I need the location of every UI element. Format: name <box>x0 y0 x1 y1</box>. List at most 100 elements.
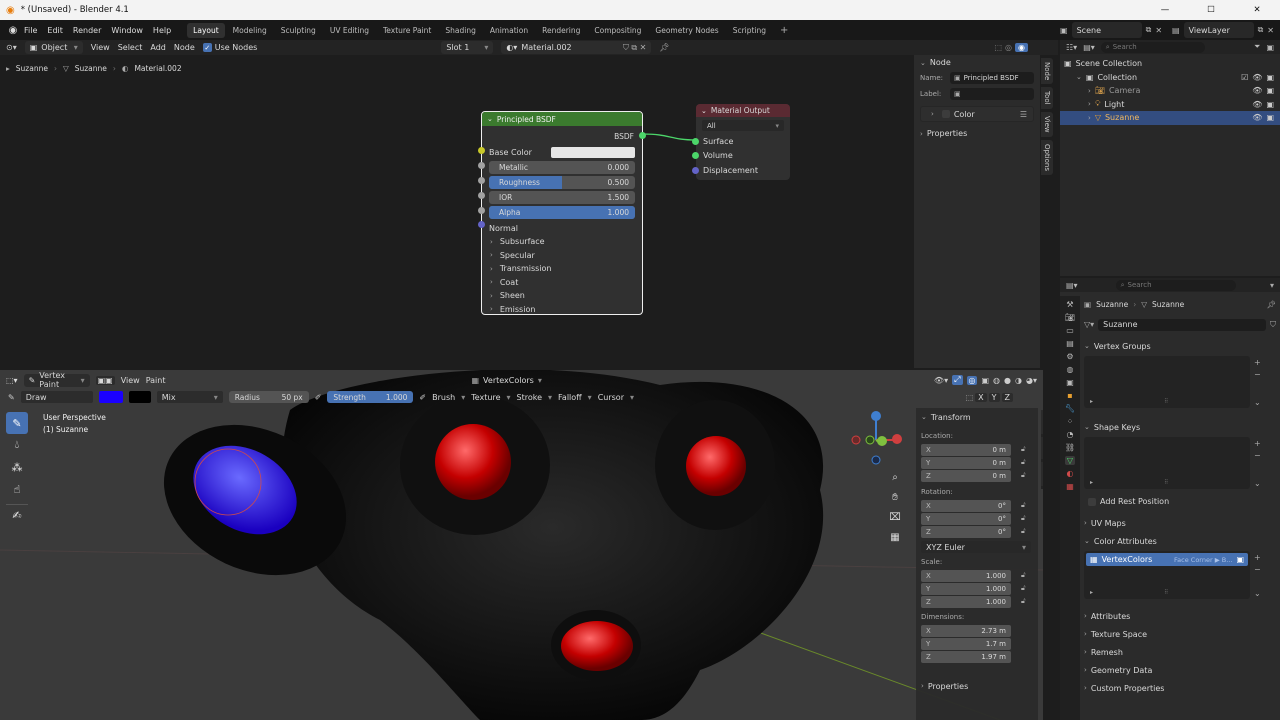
alpha-slider[interactable]: Alpha 1.000 <box>489 206 635 219</box>
vertex-groups-list[interactable]: ▸ ⠿ + − ⌄ <box>1084 356 1276 408</box>
overlay-icon[interactable]: ◎ <box>1005 43 1012 52</box>
tab-geometry-nodes[interactable]: Geometry Nodes <box>649 23 724 38</box>
falloff-menu[interactable]: Falloff <box>558 393 582 402</box>
camera-icon[interactable]: ▣ <box>1266 86 1274 95</box>
eye-icon[interactable]: 👁︎ <box>1252 73 1262 82</box>
outliner-item-camera[interactable]: › 📷︎ Camera 👁︎ ▣ <box>1060 84 1280 98</box>
pressure-icon[interactable]: ✐ <box>315 393 322 402</box>
lock-icon[interactable]: 🔓︎ <box>1021 584 1026 593</box>
base-color-swatch[interactable] <box>551 147 635 158</box>
vertex-groups-panel[interactable]: ⌄ Vertex Groups <box>1084 339 1276 353</box>
physics-tab-icon[interactable]: ◔ <box>1067 430 1074 439</box>
add-menu[interactable]: Add <box>150 43 166 52</box>
expand-icon[interactable]: › <box>1088 87 1091 95</box>
scene-icon[interactable]: ▣ <box>1060 26 1068 35</box>
zoom-icon[interactable]: ⌕ <box>886 468 904 488</box>
scale-z-field[interactable]: Z 1.000 <box>921 595 1011 608</box>
menu-window[interactable]: Window <box>111 26 143 35</box>
node-editor[interactable]: ⊙▾ ▣ Object ▾ View Select Add Node ✓ Use No… <box>0 40 1058 368</box>
rotation-z-field[interactable]: Z 0° <box>921 525 1011 538</box>
remove-icon[interactable]: − <box>1254 451 1261 460</box>
color-attributes-list[interactable]: ▦ VertexColors Face Corner ▶ B... ▣ ▸ ⠿ +… <box>1084 551 1276 599</box>
smear-tool-icon[interactable]: ☝︎ <box>6 478 28 500</box>
delete-viewlayer-icon[interactable]: ✕ <box>1267 26 1274 35</box>
slot-dropdown[interactable]: Slot 1 ▾ <box>441 41 494 54</box>
lock-icon[interactable]: 🔓︎ <box>1021 471 1026 480</box>
material-tab-icon[interactable]: ◐ <box>1067 469 1074 478</box>
camera-icon[interactable]: ▣ <box>1266 113 1274 122</box>
location-y-field[interactable]: Y0 m <box>921 456 1011 469</box>
pin-icon[interactable]: 📌︎ <box>1266 300 1276 309</box>
modifier-tab-icon[interactable]: 🔧︎ <box>1065 404 1075 413</box>
filter-icon[interactable]: ⏷ <box>1254 42 1260 52</box>
color-subpanel[interactable]: › Color ☰ <box>920 106 1034 122</box>
viewlayer-icon[interactable]: ▤ <box>1172 26 1180 35</box>
3d-viewport[interactable]: ⬚▾ ✎ Vertex Paint ▾ ▣▣ View Paint ▦ VertexC… <box>0 370 1043 720</box>
roughness-slider[interactable]: Roughness 0.500 <box>489 176 635 189</box>
outliner-item-collection[interactable]: ⌄ ▣ Collection ☑ 👁︎ ▣ <box>1060 71 1280 85</box>
panel-remesh[interactable]: › Remesh <box>1084 643 1276 661</box>
properties-search[interactable]: ⌕ Search <box>1115 279 1236 291</box>
xray-icon[interactable]: ▣ <box>981 376 989 385</box>
maximize-icon[interactable]: ☐ <box>1188 5 1234 15</box>
scene-selector[interactable]: Scene <box>1071 22 1142 38</box>
eye-icon[interactable]: 👁︎ <box>1252 100 1262 109</box>
uv-maps-panel[interactable]: › UV Maps <box>1084 516 1276 530</box>
base-color-socket[interactable] <box>478 147 485 154</box>
list-box[interactable]: ▸ ⠿ <box>1084 356 1250 408</box>
menu-icon[interactable]: ⌄ <box>1254 589 1261 598</box>
select-menu[interactable]: Select <box>118 43 143 52</box>
eye-icon[interactable]: 👁︎ <box>1252 113 1262 122</box>
expand-icon[interactable]: › <box>1088 114 1091 122</box>
particles-tab-icon[interactable]: ⁘ <box>1067 417 1074 426</box>
blend-dropdown[interactable]: Mix ▾ <box>156 391 223 403</box>
annotate-tool-icon[interactable]: ✍︎ <box>6 504 28 526</box>
wireframe-shading-icon[interactable]: ◍ <box>993 376 1000 385</box>
dimensions-x-field[interactable]: X 2.73 m <box>921 624 1011 637</box>
collapse-icon[interactable]: ⌄ <box>487 115 493 123</box>
menu-icon[interactable]: ⌄ <box>1254 479 1261 488</box>
constraints-tab-icon[interactable]: ⛓︎ <box>1065 443 1075 452</box>
camera-icon[interactable]: ▣ <box>1266 100 1274 109</box>
world-tab-icon[interactable]: ◍ <box>1067 365 1074 374</box>
visibility-icon[interactable]: 👁︎▾ <box>934 376 948 385</box>
display-mode-icon[interactable]: ▤▾ <box>1083 43 1095 52</box>
mode-dropdown[interactable]: ✎ Vertex Paint ▾ <box>23 371 90 389</box>
material-selector[interactable]: ◐▾ Material.002 ⛉ ⧉ ✕ <box>501 41 652 54</box>
lock-icon[interactable]: 🔓︎ <box>1021 458 1026 467</box>
data-tab-icon[interactable]: ▽ <box>1064 456 1076 465</box>
checkbox-icon[interactable]: ☑ <box>1241 73 1248 82</box>
outliner-search[interactable]: ⌕ Search <box>1100 41 1205 53</box>
ior-slider[interactable]: IOR 1.500 <box>489 191 635 204</box>
node-menu[interactable]: Node <box>174 43 195 52</box>
color-attributes-panel[interactable]: ⌄ Color Attributes <box>1084 534 1276 548</box>
editor-type-icon[interactable]: ⬚▾ <box>6 376 18 385</box>
tab-node[interactable]: Node <box>1041 58 1053 85</box>
collapse-icon[interactable]: ⌄ <box>701 107 707 115</box>
tab-tool[interactable]: Tool <box>1041 436 1043 459</box>
lock-icon[interactable]: 🔓︎ <box>1021 597 1026 606</box>
rendered-shading-icon[interactable]: ◕▾ <box>1026 376 1037 385</box>
tab-rendering[interactable]: Rendering <box>536 23 586 38</box>
color-checkbox[interactable] <box>941 110 950 118</box>
output-tab-icon[interactable]: ▭ <box>1066 326 1074 335</box>
input-socket[interactable] <box>478 177 485 184</box>
minimize-icon[interactable]: — <box>1142 5 1188 15</box>
options-icon[interactable]: ▾ <box>1270 281 1274 290</box>
node-panel-header[interactable]: ⌄ Node <box>914 55 1040 70</box>
object-mode-dropdown[interactable]: ▣ Object ▾ <box>24 41 83 54</box>
camera-icon[interactable]: ▣ <box>1236 555 1244 564</box>
menu-edit[interactable]: Edit <box>47 26 63 35</box>
principled-bsdf-node[interactable]: ⌄ Principled BSDF BSDF Base Color Metall… <box>478 111 646 315</box>
tab-compositing[interactable]: Compositing <box>588 23 647 38</box>
shape-keys-panel[interactable]: ⌄ Shape Keys <box>1084 420 1276 434</box>
brush-selector[interactable]: Draw <box>20 391 93 403</box>
rotation-x-field[interactable]: X 0° <box>921 499 1011 512</box>
lock-icon[interactable]: 🔓︎ <box>1021 445 1026 454</box>
mask-icon[interactable]: ▣▣ <box>95 375 115 385</box>
snap-icon[interactable]: ⬚ <box>994 43 1002 52</box>
render-tab-icon[interactable]: 📷︎ <box>1065 313 1075 322</box>
tab-uv-editing[interactable]: UV Editing <box>324 23 375 38</box>
material-output-node[interactable]: ⌄ Material Output All ▾ Surface Volume Disp… <box>692 104 790 180</box>
new-viewlayer-icon[interactable]: ⧉ <box>1258 25 1264 35</box>
